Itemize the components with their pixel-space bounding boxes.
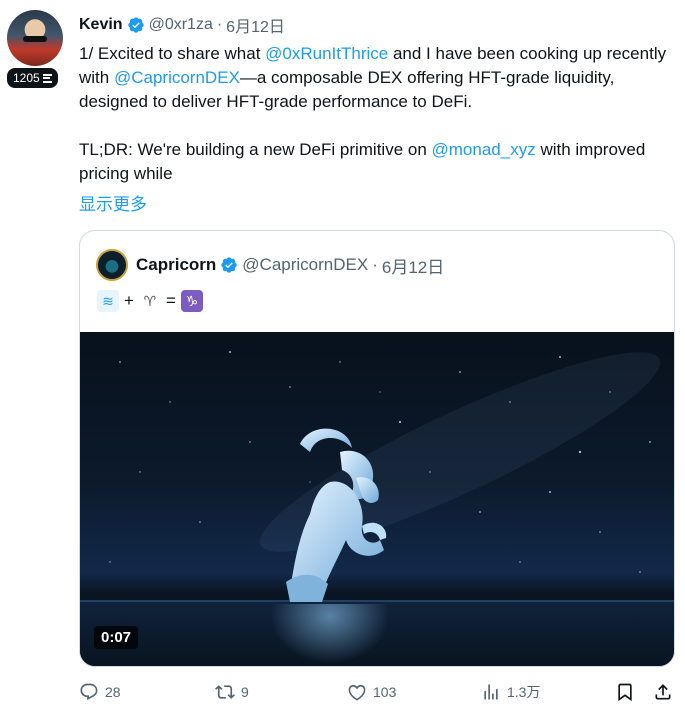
share-icon xyxy=(655,684,671,700)
author-name[interactable]: Kevin xyxy=(79,16,123,34)
quoted-tweet-text: ≋ + ♈ = ♑ xyxy=(97,289,203,313)
tweet-paragraph-2: TL;DR: We're building a new DeFi primiti… xyxy=(79,138,671,186)
text-segment: TL;DR: We're building a new DeFi primiti… xyxy=(79,140,432,159)
retweet-count: 9 xyxy=(241,684,249,700)
tweet-date[interactable]: 6月12日 xyxy=(226,13,285,37)
quoted-tweet-card[interactable]: Capricorn @CapricornDEX · 6月12日 ≋ + ♈ = … xyxy=(79,230,675,667)
bookmark-icon xyxy=(618,683,632,702)
retweet-icon xyxy=(215,685,235,699)
tweet-paragraph-1: 1/ Excited to share what @0xRunItThrice … xyxy=(79,42,671,114)
follower-badge: 1205 xyxy=(5,66,60,90)
author-handle[interactable]: @0xr1za xyxy=(149,16,213,34)
text-segment: 1/ Excited to share what xyxy=(79,44,266,63)
views-button[interactable]: 1.3万 xyxy=(481,682,540,702)
list-icon xyxy=(42,73,52,83)
separator-dot: · xyxy=(372,255,378,274)
goat-emoji-icon: ♈ xyxy=(138,290,161,312)
reply-icon xyxy=(80,683,98,701)
quoted-author-name[interactable]: Capricorn xyxy=(136,255,216,275)
views-count: 1.3万 xyxy=(507,684,541,700)
plus-sign: + xyxy=(124,291,134,310)
share-button[interactable] xyxy=(653,682,673,702)
water-reflection xyxy=(270,604,390,664)
quoted-tweet-date[interactable]: 6月12日 xyxy=(382,253,444,278)
reply-button[interactable]: 28 xyxy=(79,682,121,702)
separator-dot: · xyxy=(216,16,223,33)
views-icon xyxy=(484,684,498,700)
quoted-author-handle[interactable]: @CapricornDEX xyxy=(242,255,368,275)
wave-emoji-icon: ≋ xyxy=(97,290,119,312)
verified-badge-icon xyxy=(127,17,144,33)
like-icon xyxy=(348,684,366,701)
mention-runitthrice[interactable]: @0xRunItThrice xyxy=(265,44,388,63)
tweet-actions-bar: 28 9 103 1.3万 xyxy=(79,682,675,708)
like-count: 103 xyxy=(373,684,397,700)
tweet-header: Kevin @0xr1za · 6月12日 xyxy=(79,13,285,37)
show-more-link[interactable]: 显示更多 xyxy=(79,190,147,215)
capricorn-goat-figure xyxy=(286,428,387,602)
video-timer: 0:07 xyxy=(94,626,139,649)
quoted-tweet-header: Capricorn @CapricornDEX · 6月12日 xyxy=(96,248,444,282)
tweet-text: 1/ Excited to share what @0xRunItThrice … xyxy=(79,42,671,186)
capricorn-avatar[interactable] xyxy=(96,249,128,281)
bookmark-button[interactable] xyxy=(615,682,635,702)
author-avatar-wrap[interactable]: 1205 xyxy=(5,10,67,90)
verified-badge-icon xyxy=(221,257,237,273)
author-avatar[interactable] xyxy=(7,10,63,66)
like-button[interactable]: 103 xyxy=(347,682,396,702)
capricorn-emoji-icon: ♑ xyxy=(180,290,203,312)
mention-capricorndex[interactable]: @CapricornDEX xyxy=(114,68,240,87)
video-player[interactable]: 0:07 xyxy=(80,332,674,666)
equals-sign: = xyxy=(165,291,176,310)
mention-monad[interactable]: @monad_xyz xyxy=(432,140,536,159)
retweet-button[interactable]: 9 xyxy=(215,682,249,702)
reply-count: 28 xyxy=(105,684,121,700)
badge-count: 1205 xyxy=(13,71,40,85)
